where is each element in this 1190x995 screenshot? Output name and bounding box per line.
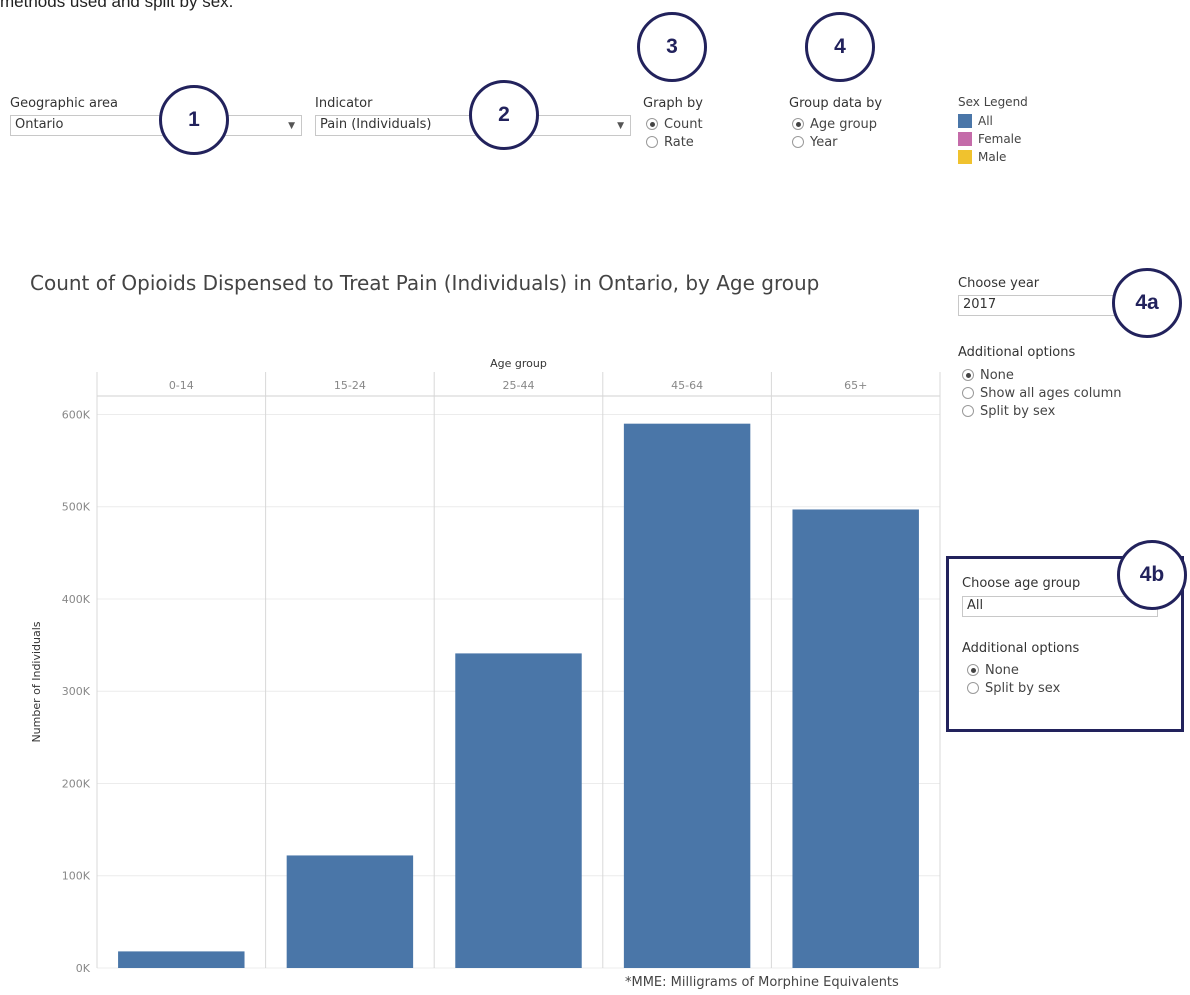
chart-title: Count of Opioids Dispensed to Treat Pain… (30, 271, 820, 295)
legend-item-female: Female (958, 130, 1021, 148)
x-tick-label: 0-14 (169, 379, 194, 392)
sex-legend: All Female Male (958, 112, 1021, 166)
option-label: None (985, 662, 1019, 678)
geographic-area-label: Geographic area (10, 96, 118, 111)
callout-4b: 4b (1117, 540, 1187, 610)
y-tick-label: 200K (62, 777, 91, 790)
y-tick-label: 0K (76, 962, 91, 975)
y-tick-label: 500K (62, 501, 91, 514)
x-axis: Age group 0-14 15-24 25-44 45-64 65+ (169, 357, 867, 392)
legend-item-label: Male (978, 150, 1007, 164)
choose-year-label: Choose year (958, 276, 1040, 291)
graph-by-option-label: Count (664, 116, 703, 132)
indicator-value: Pain (Individuals) (320, 117, 432, 132)
radio-icon[interactable] (646, 136, 658, 148)
x-axis-title: Age group (490, 357, 547, 370)
callout-4a: 4a (1112, 268, 1182, 338)
option-split-by-sex[interactable]: Split by sex (967, 679, 1060, 697)
bar (118, 951, 245, 968)
legend-swatch (958, 132, 972, 146)
radio-icon[interactable] (967, 682, 979, 694)
y-axis: 0K 100K 200K 300K 400K 500K 600K Number of Indi… (30, 408, 91, 975)
choose-age-group-value: All (967, 598, 984, 613)
y-tick-label: 600K (62, 408, 91, 421)
bars (118, 423, 919, 968)
callout-2: 2 (469, 80, 539, 150)
choose-year-value: 2017 (963, 297, 997, 312)
group-by-option-label: Year (810, 134, 838, 150)
legend-swatch (958, 114, 972, 128)
sex-legend-title: Sex Legend (958, 95, 1028, 109)
option-split-by-sex[interactable]: Split by sex (962, 402, 1122, 420)
bar (623, 423, 751, 968)
group-data-by-label: Group data by (789, 96, 883, 111)
y-tick-label: 100K (62, 870, 91, 883)
radio-selected-icon[interactable] (967, 664, 979, 676)
legend-swatch (958, 150, 972, 164)
option-label: Split by sex (980, 403, 1056, 419)
x-tick-label: 65+ (844, 379, 867, 392)
footnote: *MME: Milligrams of Morphine Equivalents (625, 975, 899, 990)
bar (792, 509, 919, 968)
radio-icon[interactable] (962, 405, 974, 417)
radio-selected-icon[interactable] (792, 118, 804, 130)
radio-icon[interactable] (962, 387, 974, 399)
callout-1: 1 (159, 85, 229, 155)
bar (455, 653, 582, 968)
additional-options-year: None Show all ages column Split by sex (962, 366, 1122, 420)
chevron-down-icon: ▼ (617, 121, 624, 131)
x-tick-label: 25-44 (503, 379, 535, 392)
geographic-area-value: Ontario (15, 117, 64, 132)
option-label: None (980, 367, 1014, 383)
option-label: Show all ages column (980, 385, 1122, 401)
radio-icon[interactable] (792, 136, 804, 148)
graph-by-option-rate[interactable]: Rate (646, 133, 703, 151)
group-by-option-label: Age group (810, 116, 878, 132)
x-tick-label: 15-24 (334, 379, 366, 392)
legend-item-male: Male (958, 148, 1021, 166)
legend-item-label: Female (978, 132, 1022, 146)
option-none[interactable]: None (967, 661, 1060, 679)
graph-by-options: Count Rate (646, 115, 703, 151)
bar (286, 855, 414, 968)
callout-3: 3 (637, 12, 707, 82)
x-tick-label: 45-64 (671, 379, 703, 392)
graph-by-label: Graph by (643, 96, 703, 111)
option-label: Split by sex (985, 680, 1061, 696)
group-by-option-age-group[interactable]: Age group (792, 115, 877, 133)
indicator-label: Indicator (315, 96, 373, 111)
radio-selected-icon[interactable] (962, 369, 974, 381)
y-tick-label: 300K (62, 685, 91, 698)
choose-age-group-label: Choose age group (962, 576, 1081, 591)
option-show-all-ages[interactable]: Show all ages column (962, 384, 1122, 402)
legend-item-all: All (958, 112, 1021, 130)
chevron-down-icon: ▼ (288, 121, 295, 131)
y-tick-label: 400K (62, 593, 91, 606)
additional-options-label: Additional options (962, 641, 1080, 656)
callout-4: 4 (805, 12, 875, 82)
additional-options-age: None Split by sex (967, 661, 1060, 697)
geographic-area-select[interactable]: Ontario ▼ (10, 115, 302, 136)
radio-selected-icon[interactable] (646, 118, 658, 130)
group-by-option-year[interactable]: Year (792, 133, 877, 151)
bar-chart: Age group 0-14 15-24 25-44 45-64 65+ 0K 100K 20… (30, 357, 941, 975)
option-none[interactable]: None (962, 366, 1122, 384)
y-axis-title: Number of Individuals (30, 621, 43, 742)
legend-item-label: All (978, 114, 993, 128)
group-data-by-options: Age group Year (792, 115, 877, 151)
additional-options-label: Additional options (958, 345, 1076, 360)
graph-by-option-count[interactable]: Count (646, 115, 703, 133)
intro-text: methods used and split by sex. (0, 0, 234, 11)
graph-by-option-label: Rate (664, 134, 694, 150)
